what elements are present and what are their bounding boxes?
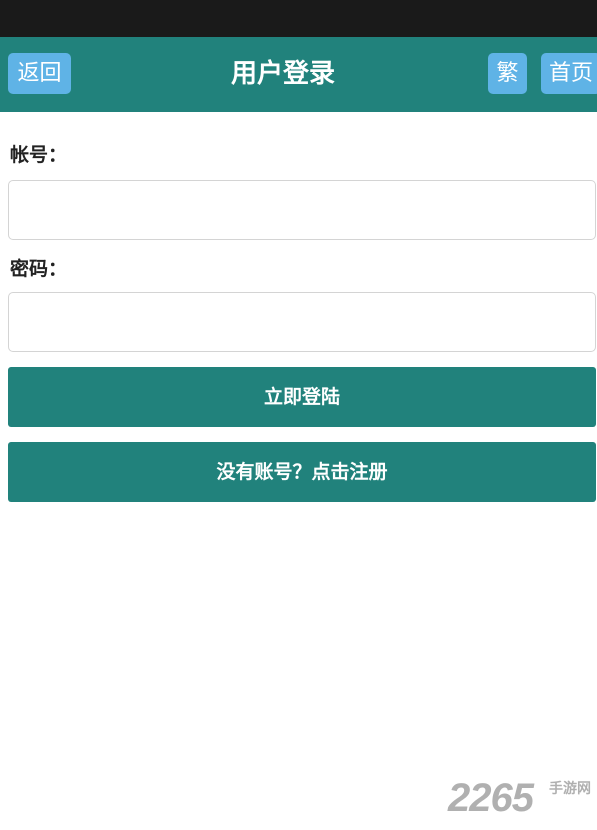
- account-label: 帐号：: [10, 144, 68, 166]
- status-bar: [0, 0, 597, 37]
- login-button[interactable]: 立即登陆: [8, 367, 596, 427]
- password-input[interactable]: [8, 292, 596, 352]
- header-bar: 用户登录 返回 繁 首页: [0, 37, 597, 112]
- home-button[interactable]: 首页: [541, 53, 597, 94]
- watermark-number: 2265: [448, 776, 534, 820]
- back-button[interactable]: 返回: [8, 53, 71, 94]
- password-label: 密码：: [10, 258, 68, 280]
- account-input[interactable]: [8, 180, 596, 240]
- watermark-text: 手游网: [549, 781, 591, 797]
- traditional-chinese-button[interactable]: 繁: [488, 53, 527, 94]
- page-title: 用户登录: [230, 59, 335, 89]
- register-button[interactable]: 没有账号？点击注册: [8, 442, 596, 502]
